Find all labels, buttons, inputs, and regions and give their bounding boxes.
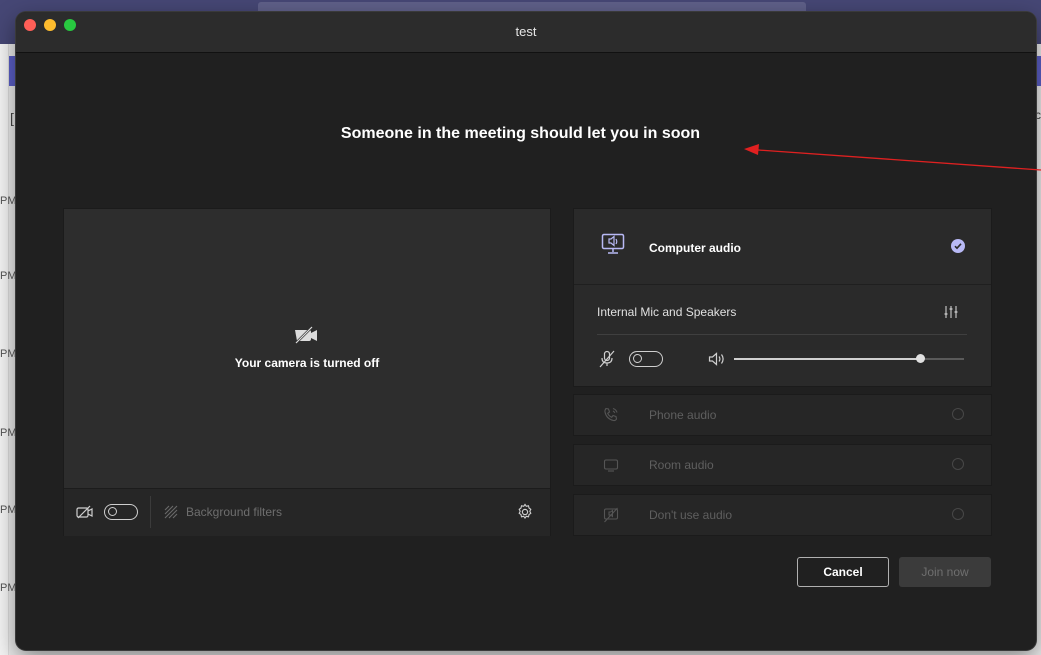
room-audio-option[interactable]: Room audio	[573, 444, 992, 486]
computer-audio-icon	[601, 233, 625, 254]
camera-off-icon	[76, 505, 93, 519]
divider	[597, 334, 967, 335]
selected-check-icon	[951, 239, 965, 253]
gear-icon[interactable]	[516, 503, 534, 521]
camera-status-text: Your camera is turned off	[234, 356, 380, 370]
no-audio-icon	[603, 507, 619, 523]
video-preview-panel: Your camera is turned off Background fil…	[63, 208, 551, 536]
no-audio-option[interactable]: Don't use audio	[573, 494, 992, 536]
microphone-toggle[interactable]	[629, 351, 663, 367]
volume-slider-thumb[interactable]	[916, 354, 926, 363]
option-label: Don't use audio	[649, 508, 733, 522]
speaker-icon	[708, 352, 724, 366]
option-label: Room audio	[649, 458, 714, 472]
radio-button[interactable]	[952, 408, 964, 420]
cancel-button[interactable]: Cancel	[797, 557, 889, 587]
camera-off-icon	[295, 326, 317, 344]
phone-icon	[604, 407, 618, 422]
volume-slider-fill	[734, 358, 921, 360]
background-partial-glyph: [	[10, 110, 14, 126]
audio-device-label: Internal Mic and Speakers	[597, 305, 737, 319]
phone-audio-option[interactable]: Phone audio	[573, 394, 992, 436]
radio-button[interactable]	[952, 508, 964, 520]
computer-audio-label: Computer audio	[649, 241, 741, 255]
room-icon	[603, 459, 619, 472]
background-filters-icon	[164, 505, 178, 519]
mic-off-icon	[599, 350, 615, 368]
window-titlebar: test	[16, 12, 1036, 53]
toggle-knob	[108, 507, 117, 516]
computer-audio-option[interactable]: Computer audio	[574, 209, 991, 285]
background-filters-button[interactable]: Background filters	[186, 505, 282, 519]
device-settings-icon[interactable]	[944, 305, 958, 319]
toggle-knob	[633, 354, 642, 363]
video-preview-area: Your camera is turned off	[64, 209, 550, 488]
computer-audio-panel: Computer audio Internal Mic and Speakers	[573, 208, 992, 387]
divider	[150, 496, 151, 528]
video-controls-bar: Background filters	[64, 488, 550, 536]
camera-toggle[interactable]	[104, 504, 138, 520]
lobby-message: Someone in the meeting should let you in…	[340, 125, 701, 142]
option-label: Phone audio	[649, 408, 717, 422]
window-title: test	[515, 24, 537, 39]
radio-button[interactable]	[952, 458, 964, 470]
join-now-button[interactable]: Join now	[899, 557, 991, 587]
